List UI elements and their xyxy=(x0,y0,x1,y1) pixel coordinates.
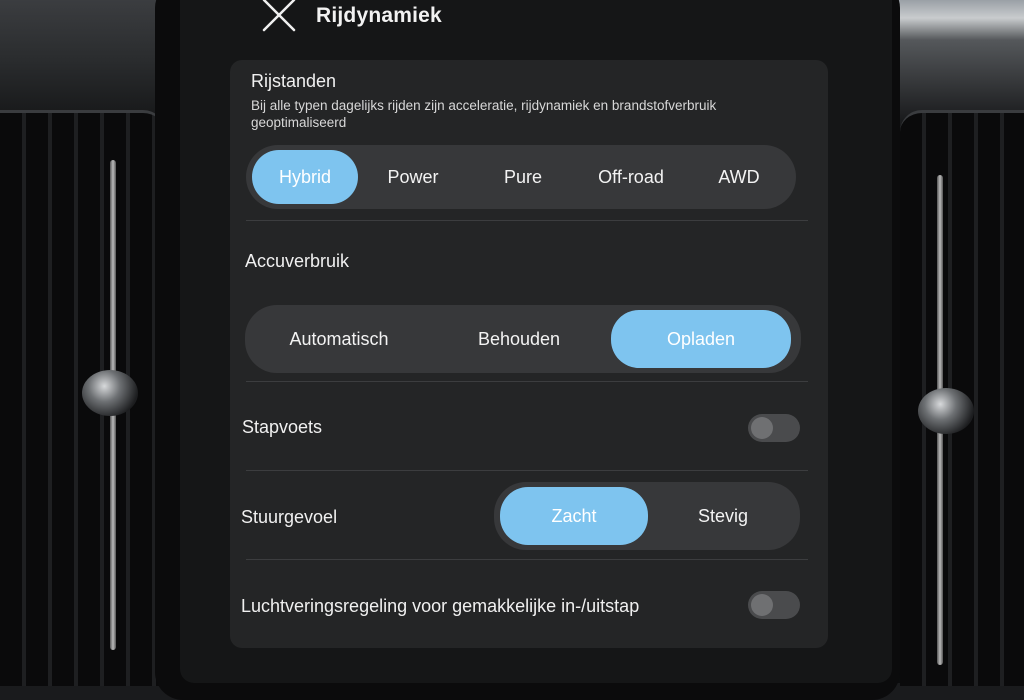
steering-feel-stevig[interactable]: Stevig xyxy=(650,487,796,545)
steering-feel-zacht[interactable]: Zacht xyxy=(500,487,648,545)
battery-usage-selector: Automatisch Behouden Opladen xyxy=(245,305,801,373)
steering-feel-selector: Zacht Stevig xyxy=(494,482,800,550)
settings-panel: Rijstanden Bij alle typen dagelijks rijd… xyxy=(230,60,828,648)
drive-mode-awd[interactable]: AWD xyxy=(686,150,792,204)
top-bar: Rijdynamiek xyxy=(180,0,892,50)
toggle-knob xyxy=(751,594,773,616)
vent-knob-right xyxy=(918,388,974,434)
drive-modes-title: Rijstanden xyxy=(251,71,337,91)
battery-usage-automatisch[interactable]: Automatisch xyxy=(251,310,427,368)
creep-toggle[interactable] xyxy=(748,414,800,442)
vent-knob-left xyxy=(82,370,138,416)
drive-mode-selector: Hybrid Power Pure Off-road AWD xyxy=(246,145,796,209)
drive-mode-hybrid[interactable]: Hybrid xyxy=(252,150,358,204)
divider xyxy=(246,559,808,560)
toggle-knob xyxy=(751,417,773,439)
air-suspension-toggle[interactable] xyxy=(748,591,800,619)
divider xyxy=(246,470,808,471)
battery-usage-title: Accuverbruik xyxy=(245,251,350,271)
battery-usage-behouden[interactable]: Behouden xyxy=(431,310,607,368)
drive-mode-pure[interactable]: Pure xyxy=(470,150,576,204)
settings-screen: Rijdynamiek Rijstanden Bij alle typen da… xyxy=(180,0,892,683)
drive-modes-description: Bij alle typen dagelijks rijden zijn acc… xyxy=(251,98,717,130)
divider xyxy=(246,220,808,221)
steering-feel-label: Stuurgevoel xyxy=(241,507,338,527)
close-icon[interactable] xyxy=(262,0,296,32)
battery-usage-opladen[interactable]: Opladen xyxy=(611,310,791,368)
drive-mode-power[interactable]: Power xyxy=(360,150,466,204)
drive-mode-off-road[interactable]: Off-road xyxy=(578,150,684,204)
page-title: Rijdynamiek xyxy=(316,4,442,27)
air-suspension-label: Luchtveringsregeling voor gemakkelijke i… xyxy=(241,596,640,616)
creep-label: Stapvoets xyxy=(242,417,323,437)
divider xyxy=(246,381,808,382)
